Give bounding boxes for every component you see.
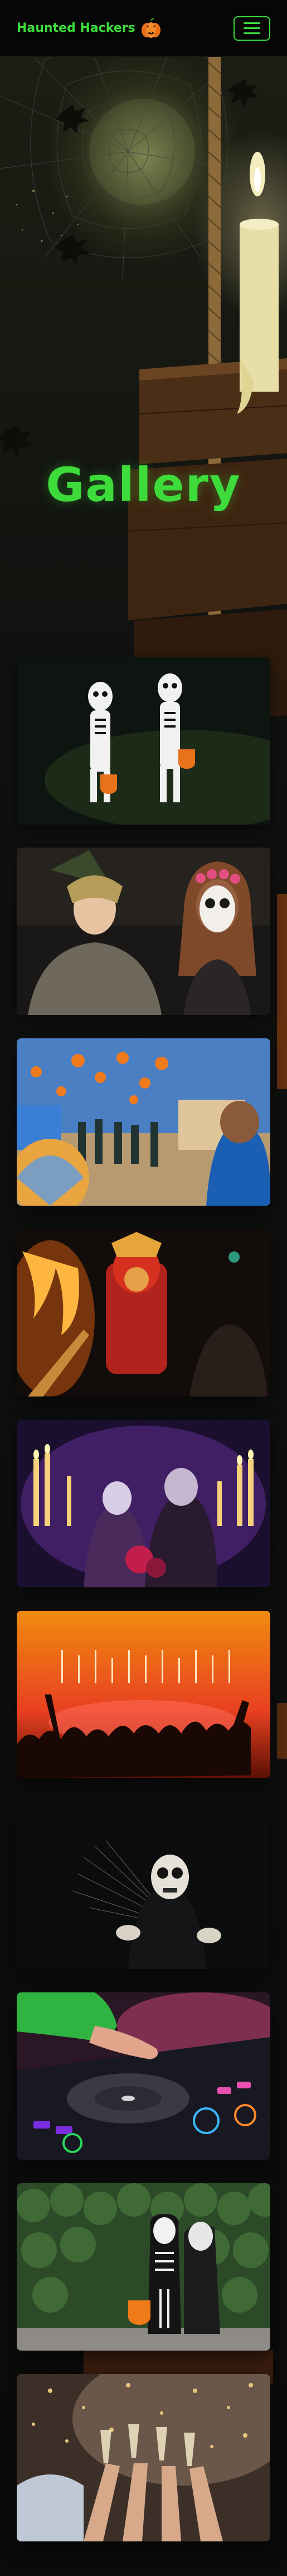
street-festival-photo xyxy=(17,1038,270,1206)
concert-crowd-photo xyxy=(17,1611,270,1778)
gallery-image-10[interactable] xyxy=(17,2374,270,2541)
fire-ritual-photo xyxy=(17,1229,270,1397)
gallery-image-9[interactable] xyxy=(17,2183,270,2351)
candle-illustration xyxy=(237,152,279,414)
skeleton-kids-photo xyxy=(17,657,270,825)
gallery-image-2[interactable] xyxy=(17,848,270,1015)
hamburger-line xyxy=(244,32,260,34)
skull-mask-spider-web-photo xyxy=(17,1802,270,1969)
gallery-image-3[interactable] xyxy=(17,1038,270,1206)
champagne-toast-photo xyxy=(17,2374,270,2541)
gallery-image-1[interactable] xyxy=(17,657,270,825)
gallery-image-6[interactable] xyxy=(17,1611,270,1778)
purple-candlelit-performers-photo xyxy=(17,1420,270,1587)
witch-and-sugar-skull-photo xyxy=(17,848,270,1015)
pumpkin-icon xyxy=(141,17,160,38)
skeleton-kids-hedge-photo xyxy=(17,2183,270,2351)
brand-link[interactable]: Haunted Hackers xyxy=(17,17,162,40)
hamburger-menu-button[interactable] xyxy=(234,16,270,41)
gallery-image-7[interactable] xyxy=(17,1802,270,1969)
hamburger-line xyxy=(244,27,260,29)
hamburger-line xyxy=(244,22,260,24)
gallery-image-5[interactable] xyxy=(17,1420,270,1587)
page-title: Gallery xyxy=(46,458,241,512)
gallery-image-8[interactable] xyxy=(17,1992,270,2160)
dj-turntable-photo xyxy=(17,1992,270,2160)
gallery-image-4[interactable] xyxy=(17,1229,270,1397)
navbar: Haunted Hackers xyxy=(0,0,287,57)
brand-name: Haunted Hackers xyxy=(17,21,135,35)
